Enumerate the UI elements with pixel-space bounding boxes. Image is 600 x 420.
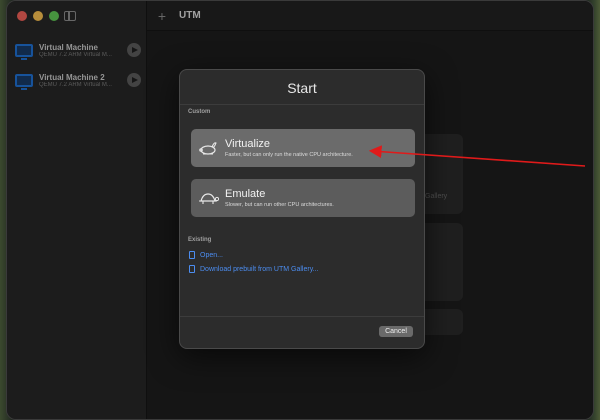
- arrow-line: [368, 145, 586, 167]
- annotation-arrow: [368, 145, 586, 167]
